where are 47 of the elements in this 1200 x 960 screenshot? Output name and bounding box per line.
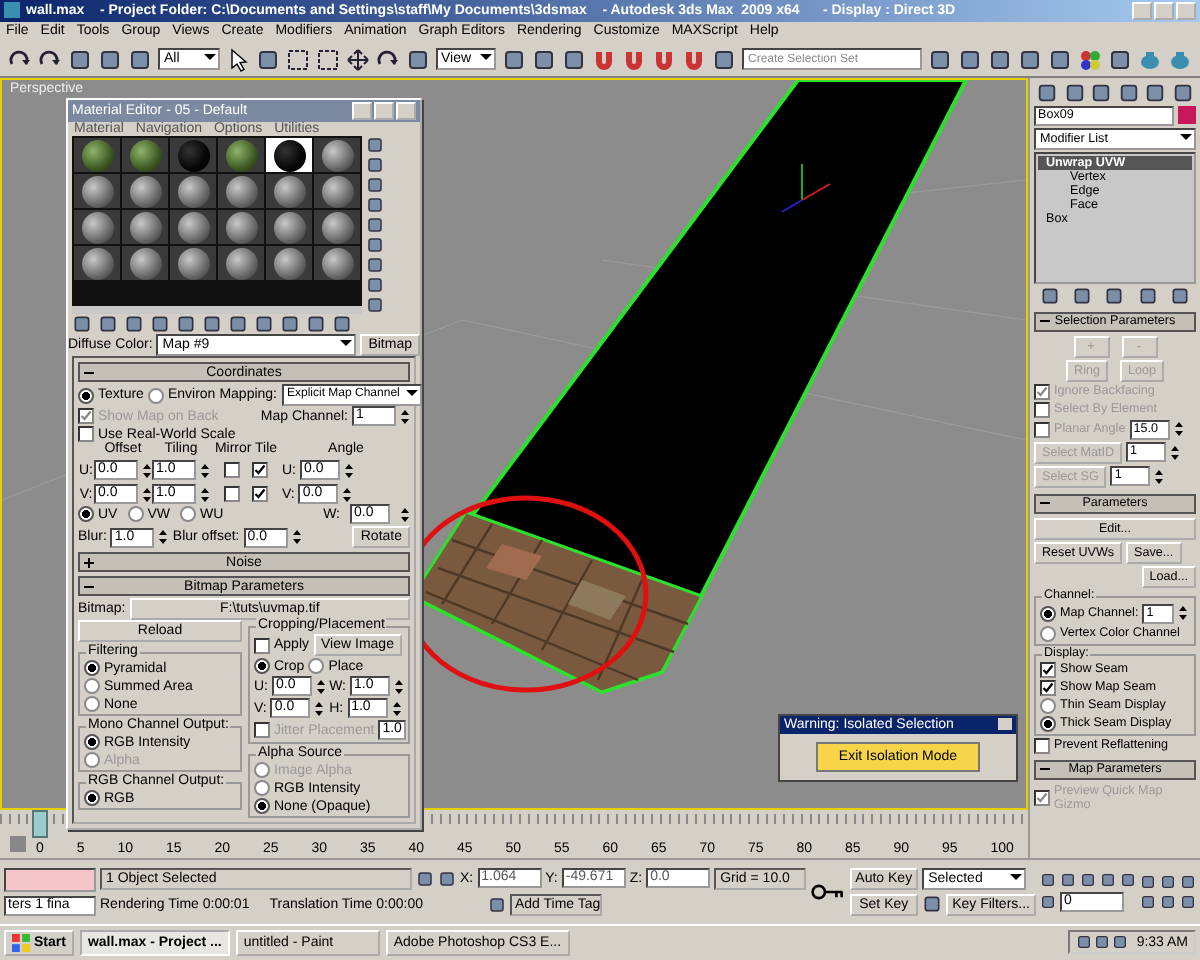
track-bar-icon[interactable]: [6, 831, 30, 856]
app-icon: [4, 2, 20, 19]
spinner-icon[interactable]: [316, 677, 326, 695]
radio-button[interactable]: [1040, 697, 1056, 714]
window-crossing-icon[interactable]: [315, 47, 339, 71]
percent-snap-icon[interactable]: [652, 47, 676, 71]
maxscript-listener-field[interactable]: [4, 867, 96, 892]
material-sample-slot[interactable]: [266, 138, 312, 172]
cursor-icon[interactable]: [225, 47, 249, 71]
radio-button[interactable]: [254, 798, 270, 814]
radio-button[interactable]: [84, 790, 100, 806]
radio-button[interactable]: [127, 506, 144, 522]
object-color-swatch[interactable]: [1178, 106, 1196, 125]
axis-gizmo-icon: [781, 162, 831, 213]
checkbox[interactable]: [224, 462, 240, 478]
radio-button[interactable]: [254, 780, 270, 796]
radio-button[interactable]: [1040, 715, 1056, 732]
checkbox[interactable]: [252, 486, 268, 502]
radio-button[interactable]: [1040, 605, 1056, 622]
radio-button[interactable]: [78, 387, 94, 403]
radio-button[interactable]: [84, 696, 100, 712]
radio-button[interactable]: [180, 506, 197, 522]
windows-flag-icon: [12, 933, 30, 952]
checkbox[interactable]: [78, 426, 94, 442]
radio-button[interactable]: [84, 660, 100, 676]
material-editor-icon[interactable]: [1078, 47, 1102, 71]
angle-snap-icon[interactable]: [622, 47, 646, 71]
radio-button[interactable]: [84, 734, 100, 750]
checkbox[interactable]: [1040, 679, 1056, 696]
radio-button[interactable]: [308, 658, 325, 674]
time-slider-handle[interactable]: [32, 809, 48, 838]
radio-button[interactable]: [1040, 625, 1056, 642]
radio-button[interactable]: [147, 387, 164, 403]
spinner-icon[interactable]: [394, 677, 404, 695]
select-region-icon[interactable]: [285, 47, 309, 71]
close-button[interactable]: [998, 718, 1012, 731]
radio-button[interactable]: [78, 506, 94, 522]
radio-button[interactable]: [254, 658, 270, 674]
checkbox[interactable]: [252, 462, 268, 478]
checkbox[interactable]: [1034, 737, 1050, 754]
spinner-icon[interactable]: [344, 461, 354, 479]
spinner-icon[interactable]: [200, 485, 210, 503]
spinner-icon[interactable]: [200, 461, 210, 479]
checkbox[interactable]: [224, 486, 240, 502]
move-icon[interactable]: [345, 47, 369, 71]
radio-button[interactable]: [84, 678, 100, 694]
checkbox[interactable]: [254, 637, 270, 653]
